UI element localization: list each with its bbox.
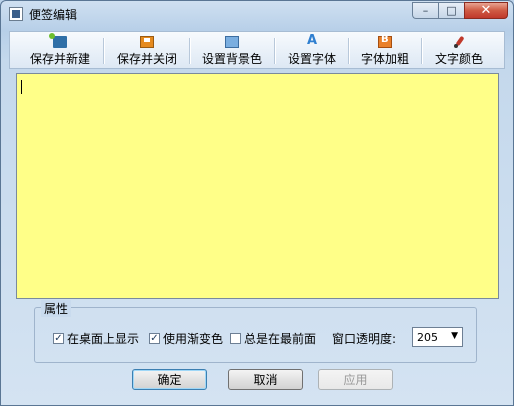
save-and-new-label: 保存并新建 bbox=[29, 52, 90, 66]
note-text-area[interactable] bbox=[16, 73, 499, 299]
bold-icon bbox=[378, 34, 392, 48]
toolbar-separator bbox=[421, 38, 423, 64]
text-color-icon bbox=[452, 36, 466, 48]
transparency-select[interactable]: 205 ▼ bbox=[412, 327, 463, 347]
ok-button[interactable]: 确定 bbox=[132, 369, 207, 390]
text-color-button[interactable]: 文字颜色 bbox=[426, 32, 492, 68]
apply-label: 应用 bbox=[343, 373, 368, 387]
window-title: 便签编辑 bbox=[29, 8, 78, 22]
apply-button: 应用 bbox=[318, 369, 393, 390]
save-and-close-button[interactable]: 保存并关闭 bbox=[109, 32, 185, 68]
maximize-icon: □ bbox=[446, 4, 457, 17]
cancel-label: 取消 bbox=[253, 373, 278, 387]
checkbox-box: ✓ bbox=[149, 333, 160, 344]
background-color-icon bbox=[225, 36, 239, 48]
use-gradient-label: 使用渐变色 bbox=[163, 332, 224, 346]
set-font-label: 设置字体 bbox=[287, 52, 336, 66]
set-background-color-label: 设置背景色 bbox=[201, 52, 262, 66]
show-on-desktop-label: 在桌面上显示 bbox=[67, 332, 140, 346]
always-on-top-checkbox[interactable]: 总是在最前面 bbox=[230, 330, 316, 347]
save-close-icon bbox=[140, 36, 154, 48]
ok-label: 确定 bbox=[157, 373, 182, 387]
text-caret bbox=[21, 80, 22, 94]
close-icon: ✕ bbox=[480, 3, 492, 18]
bold-button[interactable]: 字体加粗 bbox=[353, 32, 417, 68]
set-font-button[interactable]: 设置字体 bbox=[280, 32, 344, 68]
toolbar: 保存并新建 保存并关闭 设置背景色 设置字体 字体加粗 文字颜色 bbox=[9, 31, 505, 69]
toolbar-separator bbox=[274, 38, 276, 64]
show-on-desktop-checkbox[interactable]: ✓ 在桌面上显示 bbox=[53, 330, 139, 347]
checkbox-box bbox=[230, 333, 241, 344]
cancel-button[interactable]: 取消 bbox=[228, 369, 303, 390]
font-icon bbox=[305, 33, 319, 48]
always-on-top-label: 总是在最前面 bbox=[244, 332, 317, 346]
save-and-close-label: 保存并关闭 bbox=[116, 52, 177, 66]
toolbar-separator bbox=[103, 38, 105, 64]
note-edit-window: 便签编辑 – □ ✕ 保存并新建 保存并关闭 设置背景色 A 设置字体 B 字体… bbox=[0, 0, 514, 406]
toolbar-separator bbox=[189, 38, 191, 64]
checkbox-box: ✓ bbox=[53, 333, 64, 344]
toolbar-separator bbox=[348, 38, 350, 64]
title-bar[interactable]: 便签编辑 – □ ✕ bbox=[1, 1, 513, 28]
text-color-label: 文字颜色 bbox=[434, 52, 483, 66]
minimize-button[interactable]: – bbox=[412, 2, 438, 19]
minimize-icon: – bbox=[422, 4, 429, 17]
save-and-new-button[interactable]: 保存并新建 bbox=[22, 32, 98, 68]
use-gradient-checkbox[interactable]: ✓ 使用渐变色 bbox=[149, 330, 223, 347]
save-new-icon bbox=[49, 33, 67, 48]
transparency-label: 窗口透明度: bbox=[332, 332, 397, 346]
transparency-value: 205 bbox=[417, 331, 438, 344]
set-background-color-button[interactable]: 设置背景色 bbox=[194, 32, 270, 68]
properties-legend: 属性 bbox=[41, 300, 72, 317]
bold-label: 字体加粗 bbox=[360, 52, 409, 66]
chevron-down-icon: ▼ bbox=[451, 331, 458, 341]
maximize-button[interactable]: □ bbox=[438, 2, 464, 19]
close-button[interactable]: ✕ bbox=[464, 2, 508, 19]
app-icon bbox=[9, 7, 23, 21]
window-controls: – □ ✕ bbox=[412, 2, 508, 20]
